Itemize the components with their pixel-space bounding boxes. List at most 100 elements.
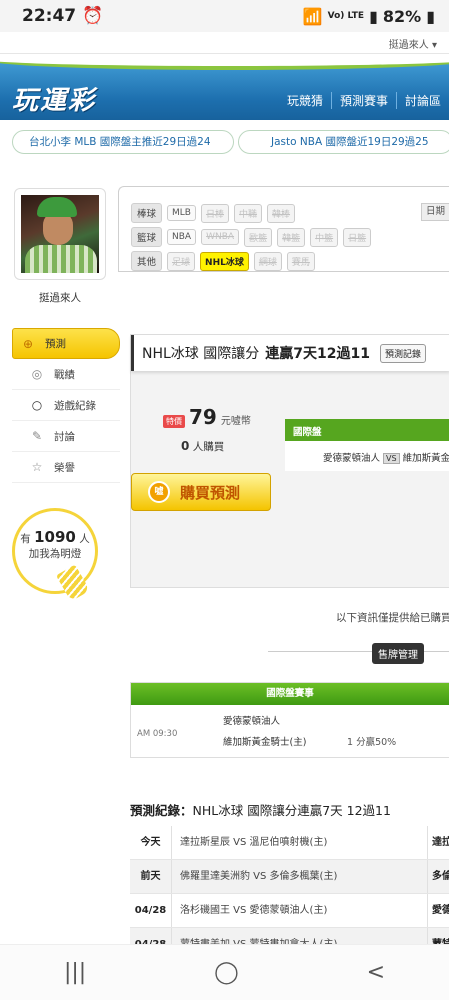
tag-nhl[interactable]: NHL冰球 <box>200 251 249 271</box>
record-row[interactable]: 04/28 洛杉磯國王 VS 愛德蒙頓油人(主) 愛德 <box>130 894 449 928</box>
game-table-header: 國際盤賽事 <box>131 683 449 705</box>
battery-level: 82% <box>382 6 422 26</box>
prediction-record-button[interactable]: 預測記錄 <box>379 343 426 363</box>
sidebar-item-history[interactable]: ○ 遊戲紀錄 <box>12 390 120 421</box>
team-away: 維加斯黃金 <box>402 453 449 464</box>
record-result: 愛德 <box>427 894 449 927</box>
sidebar-item-label: 榮譽 <box>54 461 75 474</box>
record-row[interactable]: 今天 達拉斯星辰 VS 溫尼伯噴射機(主) 達拉 <box>130 826 449 860</box>
tag-kbl: 韓籃 <box>277 227 306 247</box>
buyer-count: 0 人購買 <box>181 439 224 454</box>
tag-wnba: WNBA <box>201 229 240 245</box>
network-indicator: Vo) LTE <box>327 11 365 21</box>
sell-management-button[interactable]: 售牌管理 <box>372 643 424 664</box>
price-value: 79 <box>189 405 217 429</box>
game-team2: 維加斯黃金騎士(主) <box>223 737 307 748</box>
clock-time: 22:47 <box>22 6 77 26</box>
game-table: 國際盤賽事 AM 09:30 愛德蒙頓油人 維加斯黃金騎士(主) 1 分贏50% <box>130 682 449 758</box>
sidebar-item-label: 預測 <box>45 338 66 350</box>
prediction-title: NHL冰球 國際讓分 連贏7天12過11 預測記錄 <box>131 335 449 371</box>
target-icon: ⊕ <box>22 336 34 351</box>
nav-item-forum[interactable]: 討論區 <box>395 92 449 109</box>
vs-badge: VS <box>383 453 400 464</box>
price-unit: 元噓幣 <box>220 416 251 427</box>
record-date: 今天 <box>130 826 172 859</box>
prediction-title-bold: 連贏7天12過11 <box>265 346 370 362</box>
record-row[interactable]: 前天 佛羅里達美洲豹 VS 多倫多楓葉(主) 多倫 <box>130 860 449 894</box>
tag-soccer: 足球 <box>167 251 196 271</box>
chat-icon: ◎ <box>31 367 43 381</box>
status-bar: 22:47 ⏰ 📶 Vo) LTE ▮ 82% ▮ <box>0 0 449 32</box>
fans-suffix: 人 <box>79 533 90 545</box>
site-logo[interactable]: 玩運彩 <box>12 80 96 117</box>
wifi-icon: 📶 <box>302 6 323 26</box>
record-match: 佛羅里達美洲豹 VS 多倫多楓葉(主) <box>180 871 338 882</box>
nav-item-predict[interactable]: 預測賽事 <box>330 92 396 109</box>
game-time: AM 09:30 <box>137 729 178 739</box>
record-list: 今天 達拉斯星辰 VS 溫尼伯噴射機(主) 達拉 前天 佛羅里達美洲豹 VS 多… <box>130 826 449 962</box>
record-title: 預測紀錄：NHL冰球 國際讓分連贏7天 12過11 <box>130 800 391 819</box>
ticker-item[interactable]: Jasto NBA 國際盤近19日29過25 <box>238 130 449 154</box>
tag-npb: 日棒 <box>200 203 229 223</box>
category-label: 籃球 <box>131 227 163 247</box>
sidebar-item-label: 討論 <box>54 430 75 443</box>
sidebar-item-record[interactable]: ◎ 戰績 <box>12 359 120 390</box>
record-date: 前天 <box>130 860 172 893</box>
tag-mlb[interactable]: MLB <box>167 205 196 221</box>
system-nav-bar: ||| ◯ < <box>0 944 449 1000</box>
tag-tennis: 網球 <box>253 251 282 271</box>
news-ticker: 台北小李 MLB 國際盤主推近29日過24 Jasto NBA 國際盤近19日2… <box>0 130 449 156</box>
nav-item-play[interactable]: 玩競猜 <box>279 92 331 109</box>
back-button[interactable]: < <box>367 960 385 985</box>
buyer-suffix: 人購買 <box>192 441 225 453</box>
main-content: 棒球 MLB 日棒 中職 韓棒 籃球 NBA WNBA 歐籃 韓籃 中籃 日籃 … <box>118 186 449 962</box>
prediction-card: NHL冰球 國際讓分 連贏7天12過11 預測記錄 特價 79 元噓幣 0 人購… <box>130 334 449 588</box>
date-button[interactable]: 日期 <box>421 203 449 221</box>
circle-icon: ○ <box>31 398 43 412</box>
coin-icon: 噓 <box>148 481 170 503</box>
signal-icon: ▮ <box>369 6 378 26</box>
alarm-icon: ⏰ <box>82 6 104 26</box>
record-date: 04/28 <box>130 894 172 927</box>
sidebar-item-label: 遊戲紀錄 <box>54 399 96 412</box>
user-menu-link[interactable]: 挺過來人 ▾ <box>389 36 437 51</box>
buy-prediction-button[interactable]: 噓 購買預測 <box>131 473 271 511</box>
recent-apps-button[interactable]: ||| <box>64 960 86 985</box>
top-strip: 挺過來人 ▾ <box>0 32 449 54</box>
category-label: 棒球 <box>131 203 163 223</box>
sidebar-item-honor[interactable]: ☆ 榮譽 <box>12 452 120 483</box>
sidebar-item-discuss[interactable]: ✎ 討論 <box>12 421 120 452</box>
follow-label: 加我為明燈 <box>28 548 82 560</box>
username: 挺過來人 <box>39 292 81 304</box>
category-row-baseball: 棒球 MLB 日棒 中職 韓棒 <box>131 203 296 223</box>
ticker-item[interactable]: 台北小李 MLB 國際盤主推近29日過24 <box>12 130 234 154</box>
record-title-text: NHL冰球 國際讓分連贏7天 12過11 <box>192 803 391 818</box>
buy-label: 購買預測 <box>180 483 241 502</box>
game-odds: 1 分贏50% <box>347 737 397 748</box>
tag-horse: 賽馬 <box>286 251 315 271</box>
price-block: 特價 79 元噓幣 <box>163 405 251 429</box>
fans-prefix: 有 <box>20 533 31 545</box>
record-result: 達拉 <box>427 826 449 859</box>
intl-odds-header: 國際盤 <box>285 419 449 441</box>
medal-icon: ☆ <box>31 460 43 474</box>
home-button[interactable]: ◯ <box>214 960 239 985</box>
sidebar-item-predict[interactable]: ⊕ 預測 <box>12 328 120 359</box>
sale-badge: 特價 <box>163 415 185 428</box>
tag-cba: 中籃 <box>310 227 339 247</box>
game-team1: 愛德蒙頓油人 <box>223 716 281 727</box>
tag-nba[interactable]: NBA <box>167 229 197 245</box>
category-label: 其他 <box>131 251 163 271</box>
tag-euro: 歐籃 <box>244 227 273 247</box>
main-nav: 玩競猜 預測賽事 討論區 <box>279 92 449 109</box>
buyer-number: 0 <box>181 439 190 453</box>
category-panel: 棒球 MLB 日棒 中職 韓棒 籃球 NBA WNBA 歐籃 韓籃 中籃 日籃 … <box>118 186 449 272</box>
edit-icon: ✎ <box>31 429 43 443</box>
prediction-title-prefix: NHL冰球 國際讓分 <box>142 346 260 362</box>
avatar[interactable] <box>21 195 99 273</box>
tag-kbo: 韓棒 <box>267 203 296 223</box>
intl-odds-row: 愛德蒙頓油人 VS 維加斯黃金 <box>285 441 449 471</box>
header-wave <box>0 54 449 70</box>
tag-bleague: 日籃 <box>343 227 372 247</box>
record-match: 達拉斯星辰 VS 溫尼伯噴射機(主) <box>180 837 328 848</box>
